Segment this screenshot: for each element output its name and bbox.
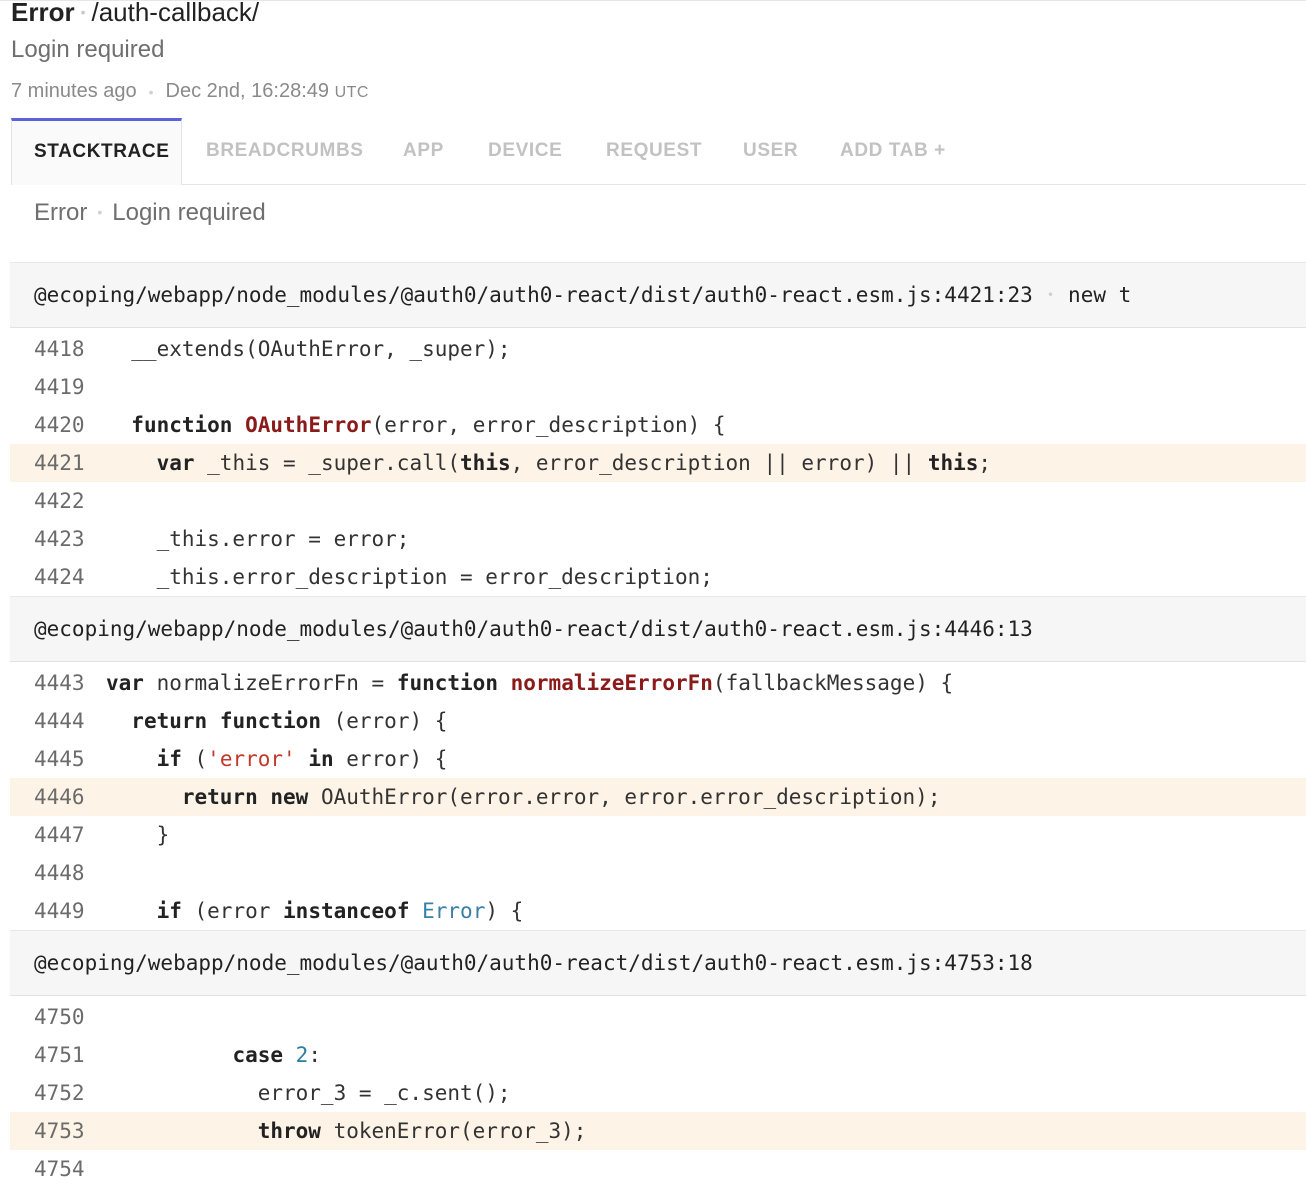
line-number: 4754 bbox=[34, 1157, 85, 1181]
line-source: return new OAuthError(error.error, error… bbox=[181, 785, 941, 809]
error-message: Login required bbox=[11, 36, 165, 63]
meta-separator: • bbox=[148, 84, 154, 100]
event-tabs: STACKTRACE BREADCRUMBS APP DEVICE REQUES… bbox=[11, 118, 1306, 185]
line-number: 4420 bbox=[34, 413, 85, 437]
event-meta: 7 minutes ago • Dec 2nd, 16:28:49 UTC bbox=[11, 80, 369, 103]
line-source: throw tokenError(error_3); bbox=[257, 1119, 587, 1143]
page-title: Error • /auth-callback/ bbox=[11, 0, 259, 32]
stack-frame-code: 4418 __extends(OAuthError, _super); 4419 4… bbox=[10, 330, 1306, 596]
exception-separator: • bbox=[97, 204, 103, 220]
line-source: return function (error) { bbox=[131, 709, 448, 733]
code-line: 4443 var normalizeErrorFn = function norm… bbox=[10, 664, 1306, 702]
line-source: case 2: bbox=[232, 1043, 321, 1067]
code-line: 4445 if ('error' in error) { bbox=[10, 740, 1306, 778]
code-line: 4751 case 2: bbox=[10, 1036, 1306, 1074]
stack-frame-code: 4443 var normalizeErrorFn = function norm… bbox=[10, 664, 1306, 930]
error-context: /auth-callback/ bbox=[91, 0, 260, 27]
relative-time: 7 minutes ago bbox=[11, 80, 137, 102]
tab-user[interactable]: USER bbox=[743, 118, 798, 184]
line-number: 4444 bbox=[34, 709, 85, 733]
line-source: _this.error_description = error_descript… bbox=[106, 565, 713, 589]
frame-file: @ecoping/webapp/node_modules/@auth0/auth… bbox=[34, 617, 1033, 641]
frame-file: @ecoping/webapp/node_modules/@auth0/auth… bbox=[34, 283, 1033, 307]
line-source: if (error instanceof Error) { bbox=[156, 899, 524, 923]
code-line: 4419 bbox=[10, 368, 1306, 406]
tab-app[interactable]: APP bbox=[403, 118, 444, 184]
code-line: 4752 error_3 = _c.sent(); bbox=[10, 1074, 1306, 1112]
frame-file: @ecoping/webapp/node_modules/@auth0/auth… bbox=[34, 951, 1033, 975]
line-number: 4422 bbox=[34, 489, 85, 513]
line-source: var _this = _super.call(this, error_desc… bbox=[156, 451, 992, 475]
exception-message: Login required bbox=[112, 199, 266, 226]
tab-stacktrace[interactable]: STACKTRACE bbox=[11, 118, 182, 185]
code-line: 4750 bbox=[10, 998, 1306, 1036]
line-number: 4753 bbox=[34, 1119, 85, 1143]
line-source: _this.error = error; bbox=[106, 527, 410, 551]
line-number: 4419 bbox=[34, 375, 85, 399]
error-type: Error bbox=[11, 0, 75, 27]
line-source: if ('error' in error) { bbox=[156, 747, 448, 771]
code-line: 4420 function OAuthError(error, error_de… bbox=[10, 406, 1306, 444]
line-number: 4443 bbox=[34, 671, 85, 695]
line-number: 4423 bbox=[34, 527, 85, 551]
line-source: __extends(OAuthError, _super); bbox=[106, 337, 511, 361]
stack-frame-header[interactable]: @ecoping/webapp/node_modules/@auth0/auth… bbox=[10, 596, 1306, 662]
stack-frame-header[interactable]: @ecoping/webapp/node_modules/@auth0/auth… bbox=[10, 262, 1306, 328]
line-number: 4752 bbox=[34, 1081, 85, 1105]
frame-method: new t bbox=[1068, 283, 1132, 307]
line-number: 4421 bbox=[34, 451, 85, 475]
line-number: 4447 bbox=[34, 823, 85, 847]
line-source: error_3 = _c.sent(); bbox=[106, 1081, 511, 1105]
code-line: 4444 return function (error) { bbox=[10, 702, 1306, 740]
tab-device[interactable]: DEVICE bbox=[488, 118, 562, 184]
title-separator: • bbox=[80, 4, 86, 20]
line-number: 4446 bbox=[34, 785, 85, 809]
line-number: 4445 bbox=[34, 747, 85, 771]
code-line: 4447 } bbox=[10, 816, 1306, 854]
add-tab-button[interactable]: ADD TAB + bbox=[840, 118, 946, 184]
timezone: UTC bbox=[334, 84, 369, 101]
tab-request[interactable]: REQUEST bbox=[606, 118, 702, 184]
code-line-highlighted: 4421 var _this = _super.call(this, error… bbox=[10, 444, 1306, 482]
line-source: } bbox=[106, 823, 170, 847]
code-line: 4424 _this.error_description = error_des… bbox=[10, 558, 1306, 596]
code-line: 4422 bbox=[10, 482, 1306, 520]
line-number: 4418 bbox=[34, 337, 85, 361]
exception-class: Error bbox=[34, 199, 88, 226]
stack-frame-header[interactable]: @ecoping/webapp/node_modules/@auth0/auth… bbox=[10, 930, 1306, 996]
line-number: 4751 bbox=[34, 1043, 85, 1067]
tab-breadcrumbs[interactable]: BREADCRUMBS bbox=[206, 118, 364, 184]
code-line: 4448 bbox=[10, 854, 1306, 892]
line-number: 4750 bbox=[34, 1005, 85, 1029]
line-number: 4449 bbox=[34, 899, 85, 923]
code-line-highlighted: 4753 throw tokenError(error_3); bbox=[10, 1112, 1306, 1150]
line-source: var normalizeErrorFn = function normaliz… bbox=[106, 671, 954, 695]
code-line: 4423 _this.error = error; bbox=[10, 520, 1306, 558]
event-timestamp: Dec 2nd, 16:28:49 bbox=[165, 80, 330, 102]
line-number: 4424 bbox=[34, 565, 85, 589]
code-line: 4754 bbox=[10, 1150, 1306, 1188]
line-number: 4448 bbox=[34, 861, 85, 885]
code-line-highlighted: 4446 return new OAuthError(error.error, … bbox=[10, 778, 1306, 816]
line-source: function OAuthError(error, error_descrip… bbox=[131, 413, 726, 437]
code-line: 4449 if (error instanceof Error) { bbox=[10, 892, 1306, 930]
stack-frame-code: 4750 4751 case 2: 4752 error_3 = _c.sent()… bbox=[10, 998, 1306, 1188]
frame-separator: • bbox=[1046, 288, 1055, 302]
code-line: 4418 __extends(OAuthError, _super); bbox=[10, 330, 1306, 368]
exception-summary: Error • Login required bbox=[34, 199, 266, 227]
